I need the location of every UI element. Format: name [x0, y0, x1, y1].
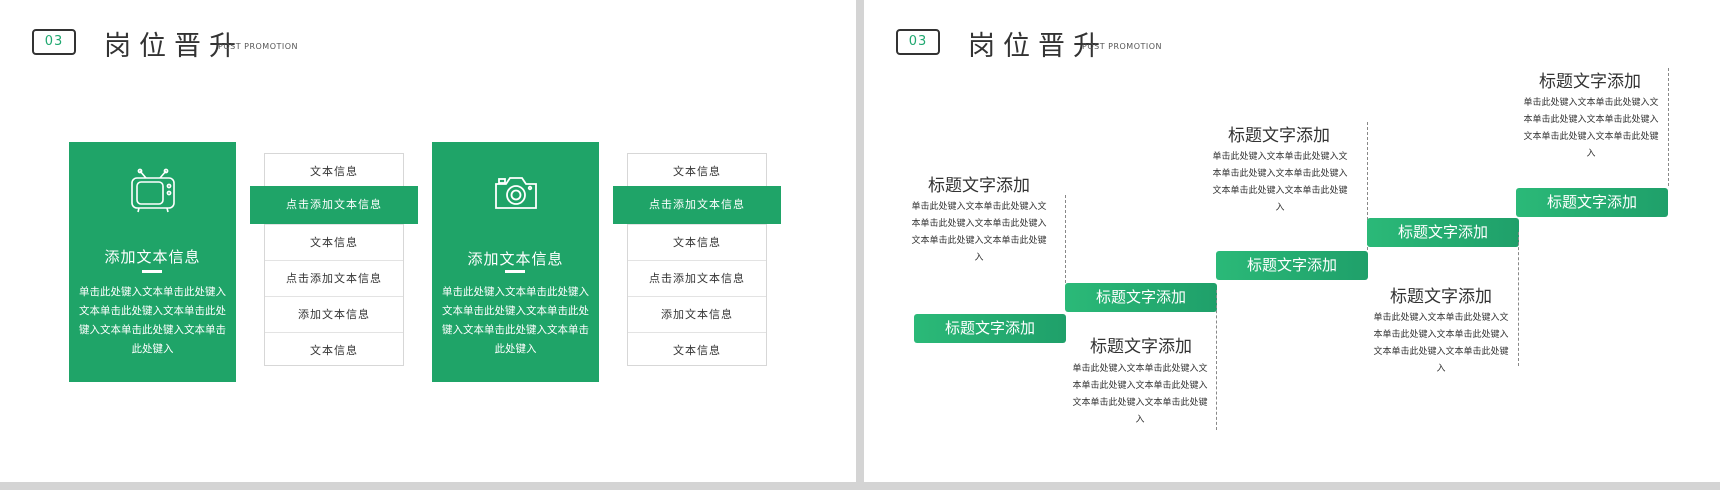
step-title: 标题文字添加: [1539, 72, 1641, 92]
list-item[interactable]: 添加文本信息: [265, 296, 403, 331]
list-item[interactable]: 文本信息: [265, 154, 403, 189]
step-description: 单击此处键入文本单击此处键入文本单击此处键入文本单击此处键入文本单击此处键入文本…: [1072, 364, 1208, 425]
card-divider: [142, 270, 162, 273]
info-card[interactable]: 添加文本信息 单击此处键入文本单击此处键入文本单击此处键入文本单击此处键入文本单…: [432, 142, 599, 382]
step-connector: [1518, 232, 1519, 366]
camera-icon: [432, 168, 599, 214]
step-button[interactable]: 标题文字添加: [1516, 188, 1668, 217]
page-subtitle: POST PROMOTION: [218, 42, 299, 51]
list-item-highlighted[interactable]: 点击添加文本信息: [613, 186, 781, 224]
step-button[interactable]: 标题文字添加: [1216, 251, 1368, 280]
tv-icon: [69, 168, 236, 214]
section-number-badge: 03: [32, 29, 76, 55]
step-title: 标题文字添加: [1390, 287, 1492, 307]
step-button[interactable]: 标题文字添加: [914, 314, 1066, 343]
card-description: 单击此处键入文本单击此处键入文本单击此处键入文本单击此处键入文本单击此处键入文本…: [79, 286, 226, 355]
list-item[interactable]: 添加文本信息: [628, 296, 766, 331]
step-title: 标题文字添加: [1228, 126, 1330, 146]
step-description: 单击此处键入文本单击此处键入文本单击此处键入文本单击此处键入文本单击此处键入文本…: [911, 202, 1047, 263]
card-title: 添加文本信息: [104, 248, 201, 266]
list-item[interactable]: 文本信息: [628, 154, 766, 189]
section-number-badge: 03: [896, 29, 940, 55]
list-item[interactable]: 文本信息: [265, 224, 403, 259]
step-connector: [1065, 195, 1066, 283]
list-item[interactable]: 文本信息: [628, 332, 766, 367]
step-description: 单击此处键入文本单击此处键入文本单击此处键入文本单击此处键入文本单击此处键入文本…: [1212, 152, 1348, 213]
card-divider: [505, 270, 525, 273]
info-list: 文本信息 文本信息 点击添加文本信息 添加文本信息 文本信息: [264, 153, 404, 366]
list-item[interactable]: 文本信息: [265, 332, 403, 367]
step-button[interactable]: 标题文字添加: [1065, 283, 1217, 312]
card-description: 单击此处键入文本单击此处键入文本单击此处键入文本单击此处键入文本单击此处键入文本…: [442, 286, 589, 355]
step-description: 单击此处键入文本单击此处键入文本单击此处键入文本单击此处键入文本单击此处键入文本…: [1373, 313, 1509, 374]
list-item[interactable]: 点击添加文本信息: [265, 260, 403, 295]
step-title: 标题文字添加: [928, 176, 1030, 196]
step-button[interactable]: 标题文字添加: [1367, 218, 1519, 247]
list-item[interactable]: 文本信息: [628, 224, 766, 259]
list-item[interactable]: 点击添加文本信息: [628, 260, 766, 295]
slide-right: 03 岗位晋升 POST PROMOTION 标题文字添加 单击此处键入文本单击…: [864, 0, 1720, 482]
list-item-highlighted[interactable]: 点击添加文本信息: [250, 186, 418, 224]
info-list: 文本信息 文本信息 点击添加文本信息 添加文本信息 文本信息: [627, 153, 767, 366]
card-title: 添加文本信息: [467, 250, 564, 268]
step-description: 单击此处键入文本单击此处键入文本单击此处键入文本单击此处键入文本单击此处键入文本…: [1523, 98, 1659, 159]
page-subtitle: POST PROMOTION: [1082, 42, 1163, 51]
step-connector: [1216, 290, 1217, 430]
step-title: 标题文字添加: [1090, 337, 1192, 357]
info-card[interactable]: 添加文本信息 单击此处键入文本单击此处键入文本单击此处键入文本单击此处键入文本单…: [69, 142, 236, 382]
slide-left: 03 岗位晋升 POST PROMOTION 添加文本信息 单击此处键入文本单击…: [0, 0, 856, 482]
step-connector: [1668, 68, 1669, 186]
